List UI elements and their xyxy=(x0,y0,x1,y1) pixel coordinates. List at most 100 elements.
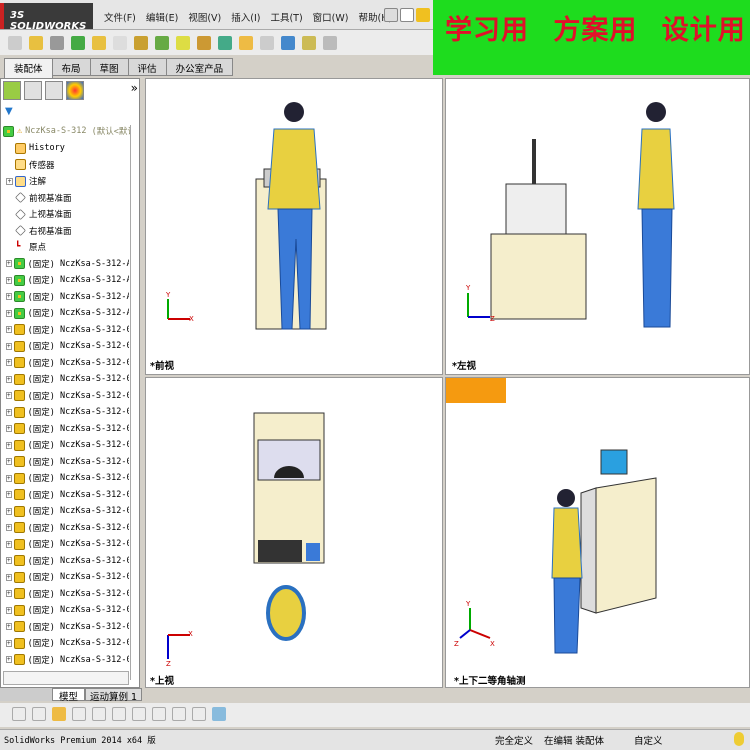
tree-item-component[interactable]: + (固定) NczKsa-S-312-002 xyxy=(3,586,129,603)
tree-item-top-plane[interactable]: 上视基准面 xyxy=(3,206,129,223)
expand-icon[interactable]: + xyxy=(6,507,12,515)
tab-scroll-arrows[interactable] xyxy=(0,688,52,701)
new-part-icon[interactable] xyxy=(29,35,43,50)
status-units[interactable]: 自定义 xyxy=(634,733,663,747)
tool-icon[interactable] xyxy=(12,707,26,721)
bill-of-materials-icon[interactable] xyxy=(218,35,232,50)
tree-item-sensors[interactable]: 传感器 xyxy=(3,157,129,174)
tree-item-component[interactable]: + (固定) NczKsa-S-312-018 xyxy=(3,536,129,553)
tab-office-products[interactable]: 办公室产品 xyxy=(165,58,234,76)
menu-window[interactable]: 窗口(W) xyxy=(313,10,349,24)
expand-icon[interactable]: + xyxy=(6,326,12,334)
tree-item-component[interactable]: + (固定) NczKsa-S-312-A01 xyxy=(3,256,129,273)
tool-icon[interactable] xyxy=(112,707,126,721)
tree-item-component[interactable]: + (固定) NczKsa-S-312-006 xyxy=(3,553,129,570)
expand-icon[interactable]: + xyxy=(6,425,12,433)
expand-icon[interactable]: + xyxy=(6,293,12,301)
tool-icon[interactable] xyxy=(172,707,186,721)
instant3d-icon[interactable] xyxy=(302,35,316,50)
tree-item-component[interactable]: + (固定) NczKsa-S-312-A01 xyxy=(3,272,129,289)
viewport-top[interactable]: Z X *上视 xyxy=(145,377,443,688)
expand-icon[interactable]: + xyxy=(6,590,12,598)
tree-item-front-plane[interactable]: 前视基准面 xyxy=(3,190,129,207)
tree-item-origin[interactable]: ┗ 原点 xyxy=(3,239,129,256)
expand-icon[interactable]: + xyxy=(6,260,12,268)
expand-icon[interactable]: + xyxy=(6,540,12,548)
smart-fasteners-icon[interactable] xyxy=(92,35,106,50)
tree-item-component[interactable]: + (固定) NczKsa-S-312-018 xyxy=(3,520,129,537)
tree-item-annotations[interactable]: + 注解 xyxy=(3,173,129,190)
assembly-features-icon[interactable] xyxy=(155,35,169,50)
expand-icon[interactable]: + xyxy=(6,639,12,647)
explode-line-icon[interactable] xyxy=(260,35,274,50)
tree-item-component[interactable]: + (固定) NczKsa-S-312-003 xyxy=(3,371,129,388)
move-component-icon[interactable] xyxy=(113,35,127,50)
tab-model[interactable]: 模型 xyxy=(52,688,86,703)
tree-root[interactable]: ⚠ NczKsa-S-312 (默认<默认 xyxy=(3,123,131,140)
expand-icon[interactable]: + xyxy=(6,623,12,631)
tab-motion-study[interactable]: 运动算例 1 xyxy=(85,688,143,703)
interference-icon[interactable] xyxy=(281,35,295,50)
tree-item-right-plane[interactable]: 右视基准面 xyxy=(3,223,129,240)
expand-chevron-icon[interactable]: » xyxy=(131,81,138,103)
expand-icon[interactable]: + xyxy=(6,375,12,383)
tree-item-history[interactable]: History xyxy=(3,140,129,157)
tree-item-component[interactable]: + (固定) NczKsa-S-312-020 xyxy=(3,338,129,355)
feature-manager-tab-icon[interactable] xyxy=(3,81,21,100)
tree-item-component[interactable]: + (固定) NczKsa-S-312-A01 xyxy=(3,305,129,322)
new-document-icon[interactable] xyxy=(400,8,414,22)
new-motion-study-icon[interactable] xyxy=(197,35,211,50)
tab-assembly[interactable]: 装配体 xyxy=(4,58,53,78)
tree-horizontal-scrollbar[interactable] xyxy=(3,671,129,685)
expand-icon[interactable]: + xyxy=(6,458,12,466)
tool-icon[interactable] xyxy=(92,707,106,721)
show-hidden-icon[interactable] xyxy=(134,35,148,50)
mate-icon[interactable] xyxy=(50,35,64,50)
tree-item-component[interactable]: + (固定) NczKsa-S-312-017 xyxy=(3,470,129,487)
menu-edit[interactable]: 编辑(E) xyxy=(146,10,178,24)
rebuild-icon[interactable] xyxy=(734,732,744,746)
viewport-isometric[interactable]: Y X Z *上下二等角轴测 xyxy=(445,377,750,688)
tree-item-component[interactable]: + (固定) NczKsa-S-312-008 xyxy=(3,569,129,586)
menu-file[interactable]: 文件(F) xyxy=(104,10,136,24)
expand-icon[interactable]: + xyxy=(6,606,12,614)
tree-item-component[interactable]: + (固定) NczKsa-S-312-011 xyxy=(3,652,129,669)
expand-icon[interactable]: + xyxy=(6,557,12,565)
tree-item-component[interactable]: + (固定) NczKsa-S-312-022 xyxy=(3,503,129,520)
tool-icon[interactable] xyxy=(152,707,166,721)
tree-item-component[interactable]: + (固定) NczKsa-S-312-016 xyxy=(3,421,129,438)
tree-item-component[interactable]: + (固定) NczKsa-S-312-016 xyxy=(3,437,129,454)
tree-item-component[interactable]: + (固定) NczKsa-S-312-011 xyxy=(3,635,129,652)
open-icon[interactable] xyxy=(416,8,430,22)
tree-item-component[interactable]: + (固定) NczKsa-S-312-020 xyxy=(3,355,129,372)
tree-item-component[interactable]: + (固定) NczKsa-S-312-017 xyxy=(3,487,129,504)
tree-vertical-scrollbar[interactable] xyxy=(130,125,140,680)
tool-icon[interactable] xyxy=(32,707,46,721)
tab-evaluate[interactable]: 评估 xyxy=(127,58,167,76)
filter-icon[interactable]: ▼ xyxy=(5,106,13,117)
expand-icon[interactable]: + xyxy=(6,491,12,499)
snapshot-icon[interactable] xyxy=(323,35,337,50)
reference-geometry-icon[interactable] xyxy=(176,35,190,50)
tree-item-component[interactable]: + (固定) NczKsa-S-312-015 xyxy=(3,322,129,339)
configuration-manager-tab-icon[interactable] xyxy=(45,81,63,100)
tab-sketch[interactable]: 草图 xyxy=(89,58,129,76)
menu-insert[interactable]: 插入(I) xyxy=(231,10,260,24)
expand-icon[interactable]: + xyxy=(6,474,12,482)
pin-icon[interactable] xyxy=(384,8,398,22)
insert-component-icon[interactable] xyxy=(8,35,22,50)
viewport-front[interactable]: Y X *前视 xyxy=(145,78,443,375)
tree-item-component[interactable]: + (固定) NczKsa-S-312-005 xyxy=(3,619,129,636)
expand-icon[interactable]: + xyxy=(6,359,12,367)
tree-item-component[interactable]: + (固定) NczKsa-S-312-016 xyxy=(3,454,129,471)
tool-icon[interactable] xyxy=(192,707,206,721)
linear-pattern-icon[interactable] xyxy=(71,35,85,50)
tab-layout[interactable]: 布局 xyxy=(51,58,91,76)
viewport-left[interactable]: Y Z *左视 xyxy=(445,78,750,375)
menu-tools[interactable]: 工具(T) xyxy=(270,10,302,24)
expand-icon[interactable]: + xyxy=(6,309,12,317)
expand-icon[interactable]: + xyxy=(6,441,12,449)
menu-view[interactable]: 视图(V) xyxy=(188,10,221,24)
tool-icon[interactable] xyxy=(72,707,86,721)
exploded-view-icon[interactable] xyxy=(239,35,253,50)
